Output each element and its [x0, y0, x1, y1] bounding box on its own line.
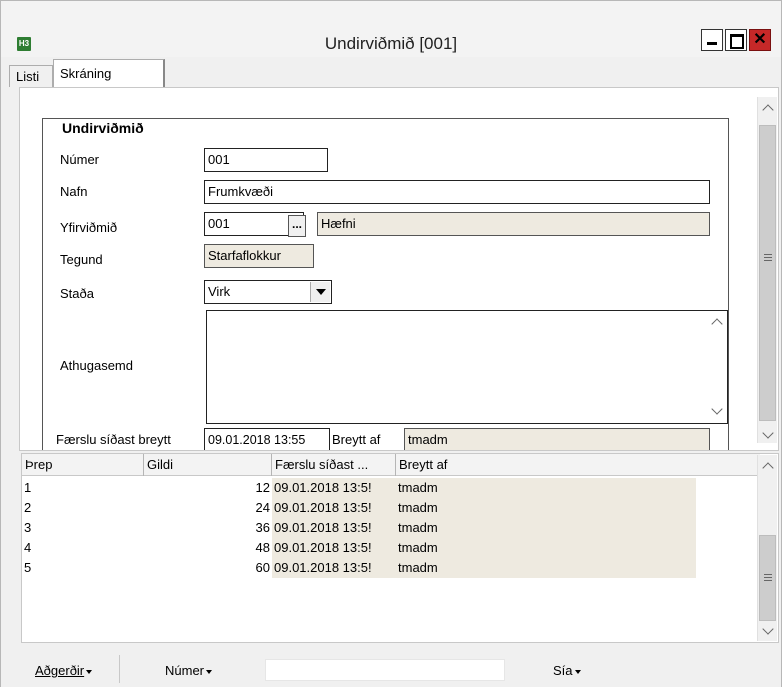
- window-title: Undirviðmið [001]: [324, 34, 458, 53]
- caret-down-icon: [574, 669, 581, 674]
- cell-breytt: tmadm: [396, 558, 696, 578]
- cell-breytt: tmadm: [396, 538, 696, 558]
- cell-faerslu: 09.01.2018 13:5!: [272, 518, 398, 538]
- grid-scrollbar[interactable]: [757, 455, 777, 641]
- stada-label: Staða: [60, 286, 94, 301]
- nafn-label: Nafn: [60, 184, 88, 199]
- chevron-down-icon[interactable]: [712, 405, 722, 415]
- yfirvidmid-label: Yfirviðmið: [60, 220, 118, 235]
- adgerdir-menu[interactable]: Aðgerðir: [35, 663, 93, 678]
- table-row[interactable]: 5 60 09.01.2018 13:5! tmadm: [22, 558, 760, 578]
- chevron-down-icon[interactable]: [763, 429, 773, 439]
- cell-faerslu: 09.01.2018 13:5!: [272, 538, 398, 558]
- form-scrollbar[interactable]: [757, 97, 777, 443]
- tab-listi[interactable]: Listi: [9, 65, 53, 87]
- cell-faerslu: 09.01.2018 13:5!: [272, 478, 398, 498]
- grip-icon: [764, 574, 772, 581]
- numer-menu[interactable]: Númer: [165, 663, 213, 678]
- stada-select[interactable]: Virk: [204, 280, 332, 304]
- faerslu-field: 09.01.2018 13:55: [204, 428, 330, 450]
- grid-header: Þrep Gildi Færslu síðast ... Breytt af: [22, 454, 760, 476]
- yfirvidmid-name-field: Hæfni: [317, 212, 710, 236]
- tegund-field: Starfaflokkur: [204, 244, 314, 268]
- cell-threp: 4: [24, 540, 32, 555]
- cell-threp: 1: [24, 480, 32, 495]
- col-gildi[interactable]: Gildi: [144, 454, 272, 476]
- cell-gildi: 36: [255, 520, 270, 535]
- cell-gildi: 60: [255, 560, 270, 575]
- group-title: Undirviðmið: [62, 120, 144, 136]
- cell-threp: 5: [24, 560, 32, 575]
- cell-gildi: 12: [255, 480, 270, 495]
- caret-down-icon: [86, 669, 93, 674]
- table-row[interactable]: 2 24 09.01.2018 13:5! tmadm: [22, 498, 760, 518]
- cell-breytt: tmadm: [396, 498, 696, 518]
- col-threp[interactable]: Þrep: [22, 454, 144, 476]
- form-panel: Undirviðmið Númer 001 Nafn Frumkvæði Yfi…: [19, 87, 779, 451]
- cell-gildi: 48: [255, 540, 270, 555]
- adgerdir-label: Aðgerðir: [35, 663, 85, 678]
- sia-label: Sía: [553, 663, 573, 678]
- table-row[interactable]: 1 12 09.01.2018 13:5! tmadm: [22, 478, 760, 498]
- chevron-down-icon[interactable]: [763, 625, 773, 635]
- breytt-field: tmadm: [404, 428, 710, 450]
- cell-threp: 3: [24, 520, 32, 535]
- close-button[interactable]: ✕: [749, 29, 771, 51]
- chevron-down-icon[interactable]: [310, 282, 330, 302]
- sia-menu[interactable]: Sía: [553, 663, 581, 678]
- cell-breytt: tmadm: [396, 518, 696, 538]
- grip-icon: [764, 254, 772, 261]
- threp-grid: Þrep Gildi Færslu síðast ... Breytt af 1…: [21, 453, 779, 643]
- tab-skraning[interactable]: Skráning: [53, 59, 165, 87]
- faerslu-label: Færslu síðast breytt: [56, 432, 171, 447]
- breytt-label: Breytt af: [332, 432, 381, 447]
- col-breytt[interactable]: Breytt af: [396, 454, 760, 476]
- scroll-thumb[interactable]: [759, 535, 776, 621]
- cell-faerslu: 09.01.2018 13:5!: [272, 558, 398, 578]
- table-row[interactable]: 4 48 09.01.2018 13:5! tmadm: [22, 538, 760, 558]
- numer-menu-label: Númer: [165, 663, 205, 678]
- col-faerslu[interactable]: Færslu síðast ...: [272, 454, 396, 476]
- caret-down-icon: [206, 669, 213, 674]
- search-input[interactable]: [265, 659, 505, 681]
- cell-gildi: 24: [255, 500, 270, 515]
- cell-breytt: tmadm: [396, 478, 696, 498]
- textarea-scrollbar[interactable]: [708, 311, 727, 423]
- nafn-field[interactable]: Frumkvæði: [204, 180, 710, 204]
- stada-value: Virk: [208, 284, 231, 299]
- athugasemd-textarea[interactable]: [206, 310, 728, 424]
- close-icon: ✕: [753, 31, 767, 48]
- app-window: H3 Undirviðmið [001] ✕ Listi Skráning Un…: [0, 0, 782, 687]
- table-row[interactable]: 3 36 09.01.2018 13:5! tmadm: [22, 518, 760, 538]
- divider: [119, 655, 120, 683]
- cell-faerslu: 09.01.2018 13:5!: [272, 498, 398, 518]
- minimize-button[interactable]: [701, 29, 723, 51]
- status-bar: Aðgerðir Númer Sía: [1, 649, 781, 687]
- yfirvidmid-lookup-button[interactable]: ...: [288, 215, 306, 237]
- scroll-thumb[interactable]: [759, 125, 776, 421]
- title-bar[interactable]: H3 Undirviðmið [001] ✕: [1, 1, 781, 57]
- cell-threp: 2: [24, 500, 32, 515]
- numer-label: Númer: [60, 152, 100, 167]
- athugasemd-label: Athugasemd: [60, 358, 133, 373]
- maximize-button[interactable]: [725, 29, 747, 51]
- numer-field[interactable]: 001: [204, 148, 328, 172]
- tegund-label: Tegund: [60, 252, 103, 267]
- chevron-up-icon[interactable]: [712, 317, 722, 327]
- chevron-up-icon[interactable]: [763, 103, 773, 113]
- chevron-up-icon[interactable]: [763, 461, 773, 471]
